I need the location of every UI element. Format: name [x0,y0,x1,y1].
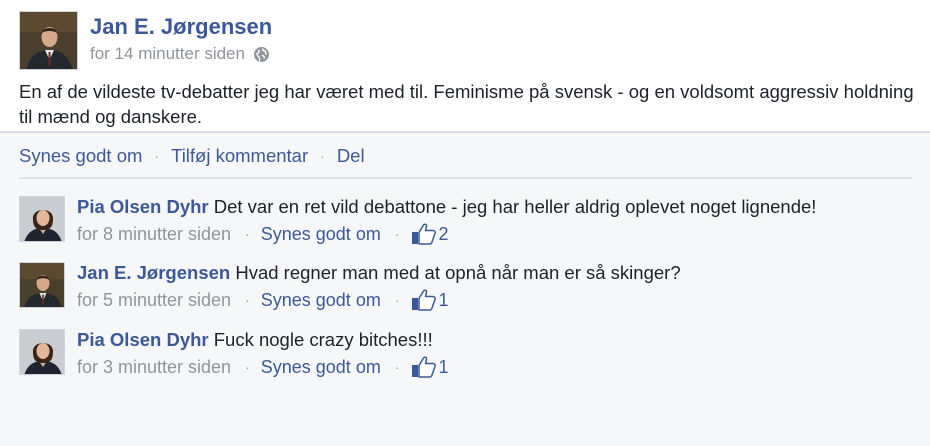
add-comment-link[interactable]: Tilføj kommentar [171,145,308,167]
separator-dot: · [245,359,250,375]
like-count-number: 2 [438,223,449,244]
comment-meta: for 8 minutter siden · Synes godt om · 2 [77,223,449,245]
comment-meta: for 3 minutter siden · Synes godt om · 1 [77,356,449,378]
post-meta: for 14 minutter siden [90,44,270,64]
comment-line: Pia Olsen Dyhr Fuck nogle crazy bitches!… [77,329,433,351]
comment-line: Jan E. Jørgensen Hvad regner man med at … [77,262,681,284]
separator-dot: · [245,226,250,242]
like-count[interactable]: 1 [411,289,449,311]
comment-text: Det var en ret vild debattone - jeg har … [213,196,817,217]
avatar-photo [20,330,64,374]
post-actions-bar: Synes godt om · Tilføj kommentar · Del [19,145,365,167]
post-header: Jan E. Jørgensen for 14 minutter siden E… [0,0,930,132]
comment-timestamp[interactable]: for 3 minutter siden [77,357,231,378]
post-author-name[interactable]: Jan E. Jørgensen [90,14,272,40]
separator-dot: · [394,359,400,375]
post-timestamp[interactable]: for 14 minutter siden [90,44,245,64]
separator-dot: · [245,292,250,308]
comment-author-name[interactable]: Jan E. Jørgensen [77,262,235,283]
avatar-photo [20,197,64,241]
like-count-number: 1 [438,289,449,310]
comment-timestamp[interactable]: for 8 minutter siden [77,224,231,245]
like-count[interactable]: 1 [411,356,449,378]
comment-author-name[interactable]: Pia Olsen Dyhr [77,329,214,350]
thumbs-up-icon [411,223,437,245]
avatar[interactable] [19,11,78,70]
avatar-photo [20,12,77,69]
globe-icon[interactable] [253,46,270,63]
share-link[interactable]: Del [337,145,365,167]
separator-dot: · [154,148,160,164]
thumbs-up-icon [411,356,437,378]
post-body-text: En af de vildeste tv-debatter jeg har væ… [19,81,914,127]
comment-meta: for 5 minutter siden · Synes godt om · 1 [77,289,449,311]
comment-line: Pia Olsen Dyhr Det var en ret vild debat… [77,196,816,218]
comment-timestamp[interactable]: for 5 minutter siden [77,290,231,311]
comment-like-link[interactable]: Synes godt om [261,290,381,311]
thumbs-up-icon [411,289,437,311]
separator-dot: · [320,148,325,164]
avatar[interactable] [19,262,65,308]
separator-dot: · [394,226,400,242]
like-link[interactable]: Synes godt om [19,145,142,167]
avatar[interactable] [19,329,65,375]
avatar-photo [20,263,64,307]
comment-author-name[interactable]: Pia Olsen Dyhr [77,196,214,217]
like-count-number: 1 [438,356,449,377]
separator-dot: · [394,292,400,308]
comment-text: Hvad regner man med at opnå når man er s… [235,262,681,283]
comment-text: Fuck nogle crazy bitches!!! [213,329,433,350]
comment-item: Pia Olsen Dyhr Fuck nogle crazy bitches!… [19,329,919,385]
comment-like-link[interactable]: Synes godt om [261,224,381,245]
comment-like-link[interactable]: Synes godt om [261,357,381,378]
comment-item: Jan E. Jørgensen Hvad regner man med at … [19,262,919,318]
comments-section: Synes godt om · Tilføj kommentar · Del P… [0,133,930,446]
like-count[interactable]: 2 [411,223,449,245]
comment-item: Pia Olsen Dyhr Det var en ret vild debat… [19,196,919,252]
divider [19,177,912,179]
avatar[interactable] [19,196,65,242]
